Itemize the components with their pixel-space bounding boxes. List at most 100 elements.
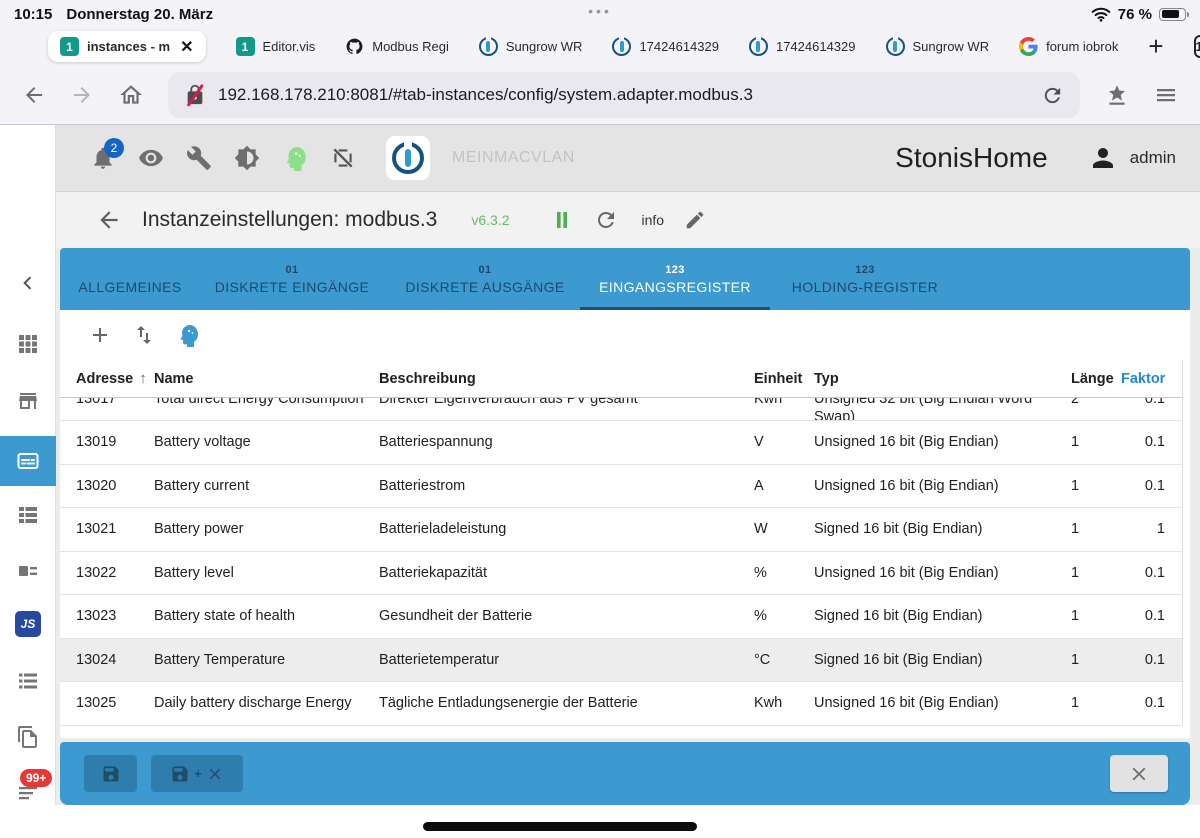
close-button[interactable] bbox=[1110, 755, 1168, 792]
col-laenge[interactable]: Länge bbox=[1071, 371, 1121, 387]
sidebar-item-instances[interactable] bbox=[0, 436, 56, 486]
collapse-sidebar-icon[interactable] bbox=[18, 273, 38, 293]
browser-chrome: 10:15 Donnerstag 20. März ••• 76 % 1 ins… bbox=[0, 0, 1200, 125]
page-title: Instanzeinstellungen: modbus.3 bbox=[142, 208, 438, 231]
host-name: MEINMACVLAN bbox=[452, 149, 575, 166]
expert-mode-head-icon[interactable] bbox=[282, 145, 308, 171]
tab-label: 17424614329 bbox=[775, 39, 856, 54]
table-row[interactable]: 13020 Battery current Batteriestrom A Unsign… bbox=[60, 465, 1182, 508]
version-label: v6.3.2 bbox=[471, 212, 510, 228]
browser-tab[interactable]: Sungrow WR bbox=[885, 35, 990, 56]
notifications-bell-icon[interactable]: 2 bbox=[90, 138, 124, 171]
sidebar-item-scenes[interactable] bbox=[16, 669, 40, 693]
theme-brightness-icon[interactable] bbox=[234, 145, 260, 171]
user-avatar-icon[interactable] bbox=[1088, 143, 1118, 173]
pause-instance-icon[interactable] bbox=[550, 208, 574, 232]
menu-icon[interactable] bbox=[1154, 83, 1178, 107]
tab-holding-register[interactable]: 123 HOLDING-REGISTER bbox=[770, 248, 960, 310]
col-typ[interactable]: Typ bbox=[814, 371, 1071, 387]
edit-pencil-icon[interactable] bbox=[684, 209, 706, 231]
browser-tab[interactable]: Sungrow WR bbox=[478, 35, 582, 56]
visibility-eye-icon[interactable] bbox=[138, 145, 164, 171]
tab-eingangsregister[interactable]: 123 EINGANGSREGISTER bbox=[580, 248, 770, 310]
iobroker-icon bbox=[885, 35, 905, 56]
add-row-icon[interactable] bbox=[88, 323, 112, 347]
table-row[interactable]: 13024 Battery Temperature Batterietemperat… bbox=[60, 638, 1182, 682]
new-tab-button[interactable]: + bbox=[1148, 31, 1163, 62]
col-faktor[interactable]: Faktor bbox=[1121, 371, 1183, 387]
browser-tab[interactable]: Modbus Regi bbox=[345, 37, 449, 56]
tab-allgemeines[interactable]: ALLGEMEINES bbox=[66, 248, 194, 310]
tab-diskrete-ausgaenge[interactable]: 01 DISKRETE AUSGÄNGE bbox=[390, 248, 580, 310]
table-row[interactable]: 13017 Total direct Energy Consumption Di… bbox=[60, 398, 1182, 421]
bookmarks-icon[interactable] bbox=[1104, 82, 1130, 108]
iobroker-icon bbox=[748, 35, 768, 56]
screen: 10:15 Donnerstag 20. März ••• 76 % 1 ins… bbox=[0, 0, 1200, 838]
tab-label: instances - m bbox=[87, 39, 171, 54]
col-einheit[interactable]: Einheit bbox=[754, 371, 814, 387]
close-x-icon bbox=[206, 765, 224, 783]
status-date: Donnerstag 20. März bbox=[66, 5, 214, 23]
extended-mode-head-icon[interactable] bbox=[176, 323, 200, 347]
browser-tab[interactable]: forum iobrok bbox=[1019, 37, 1118, 56]
table-row[interactable]: 13023 Battery state of health Gesundheit d… bbox=[60, 595, 1182, 639]
clock-time: 10:15 bbox=[14, 5, 53, 23]
home-icon[interactable] bbox=[118, 82, 144, 108]
battery-icon bbox=[1159, 7, 1189, 21]
save-footer-bar: + bbox=[60, 742, 1190, 805]
register-table: Adresse ↑ Name Beschreibung Einheit Typ L… bbox=[60, 360, 1183, 726]
save-button[interactable] bbox=[84, 755, 137, 792]
sort-asc-icon: ↑ bbox=[139, 370, 147, 387]
restart-instance-icon[interactable] bbox=[594, 208, 618, 232]
sidebar-item-files[interactable] bbox=[16, 725, 40, 749]
col-beschreibung[interactable]: Beschreibung bbox=[379, 371, 754, 387]
user-name: admin bbox=[1129, 148, 1176, 167]
sidebar-item-objects[interactable] bbox=[16, 503, 40, 527]
browser-tab[interactable]: 17424614329 bbox=[748, 35, 856, 56]
google-icon bbox=[1019, 37, 1038, 56]
wrench-icon[interactable] bbox=[186, 145, 212, 171]
multitask-dots-icon: ••• bbox=[588, 3, 612, 19]
logs-badge: 99+ bbox=[20, 769, 53, 787]
tab-close-icon[interactable]: ✕ bbox=[180, 37, 193, 57]
iobroker-logo bbox=[386, 136, 430, 180]
status-bar: 10:15 Donnerstag 20. März ••• 76 % bbox=[0, 0, 1200, 28]
register-table-card: Adresse ↑ Name Beschreibung Einheit Typ L… bbox=[60, 310, 1190, 738]
sidebar-item-scripts[interactable]: JS bbox=[15, 611, 41, 637]
address-field[interactable]: 192.168.178.210:8081/#tab-instances/conf… bbox=[168, 72, 1080, 118]
forward-icon[interactable] bbox=[70, 83, 94, 107]
admin-app-bar: 2 MEINMACVLAN StonisHome admin bbox=[56, 125, 1200, 192]
import-export-icon[interactable] bbox=[132, 323, 156, 347]
close-x-icon bbox=[1128, 763, 1150, 785]
wifi-icon bbox=[1091, 6, 1111, 22]
instance-settings-title-row: Instanzeinstellungen: modbus.3 v6.3.2 in… bbox=[56, 192, 1200, 248]
table-row[interactable]: 13019 Battery voltage Batteriespannung V Uns… bbox=[60, 421, 1182, 465]
table-row[interactable]: 13025 Daily battery discharge Energy Tägli… bbox=[60, 682, 1182, 726]
col-adresse[interactable]: Adresse ↑ bbox=[60, 370, 154, 387]
save-floppy-icon bbox=[170, 764, 190, 784]
tab-diskrete-eingaenge[interactable]: 01 DISKRETE EINGÄNGE bbox=[194, 248, 390, 310]
tab-count-button[interactable]: 10 bbox=[1193, 35, 1200, 58]
tab-label: Sungrow WR bbox=[912, 39, 990, 54]
back-arrow-icon[interactable] bbox=[96, 207, 122, 233]
reload-icon[interactable] bbox=[1041, 84, 1064, 107]
insecure-lock-icon bbox=[184, 83, 206, 107]
sync-disabled-icon[interactable] bbox=[330, 145, 356, 171]
tab-badge: 1 bbox=[235, 37, 255, 56]
col-name[interactable]: Name bbox=[154, 371, 379, 387]
table-row[interactable]: 13021 Battery power Batterieladeleistung W S… bbox=[60, 508, 1182, 552]
home-indicator[interactable] bbox=[423, 822, 697, 831]
browser-tab[interactable]: 17424614329 bbox=[612, 35, 719, 56]
save-floppy-icon bbox=[101, 764, 121, 784]
table-row[interactable]: 13022 Battery level Batteriekapazität% Unsi… bbox=[60, 552, 1182, 595]
back-icon[interactable] bbox=[22, 83, 46, 107]
browser-tab[interactable]: 1 Editor.vis bbox=[235, 37, 316, 56]
config-tab-bar: ALLGEMEINES 01 DISKRETE EINGÄNGE 01 DISK… bbox=[60, 248, 1190, 310]
tab-label: Editor.vis bbox=[262, 39, 316, 54]
save-and-close-button[interactable]: + bbox=[151, 755, 243, 792]
browser-tab-active[interactable]: 1 instances - m ✕ bbox=[48, 31, 206, 62]
log-level-label[interactable]: info bbox=[642, 212, 665, 228]
sidebar-item-enums[interactable] bbox=[16, 559, 40, 583]
sidebar-item-adapters[interactable] bbox=[16, 389, 40, 413]
sidebar-item-overview[interactable] bbox=[16, 332, 40, 356]
